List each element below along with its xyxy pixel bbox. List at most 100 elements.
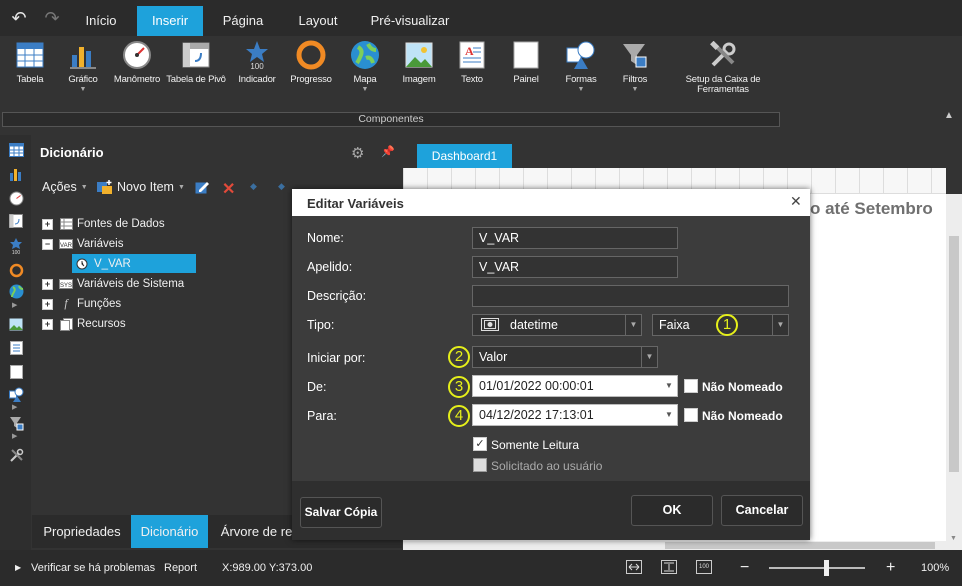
ribbon-progress-button[interactable]: Progresso [289, 40, 333, 85]
collapse-ribbon-icon[interactable]: ▲ [944, 110, 954, 121]
delete-icon[interactable]: ✕ [222, 179, 235, 199]
tree-item-variaveis[interactable]: − VAR Variáveis [42, 235, 123, 253]
apelido-label: Apelido: [307, 260, 353, 274]
scrollbar-thumb[interactable] [949, 236, 959, 472]
save-copy-button[interactable]: Salvar Cópia [300, 497, 382, 528]
indicator-icon[interactable]: 100 [8, 238, 24, 254]
de-date-input[interactable]: 01/01/2022 00:00:01 ▼ [472, 375, 678, 397]
chevron-down-icon[interactable]: ▼ [950, 535, 957, 542]
collapse-icon[interactable]: − [42, 238, 53, 250]
tab-arvore-de-relatorio[interactable]: Árvore de rel [214, 515, 302, 548]
actions-menu-button[interactable]: Ações ▼ [42, 180, 88, 194]
tab-dashboard1[interactable]: Dashboard1 [417, 144, 512, 168]
tree-item-fontes-de-dados[interactable]: + Fontes de Dados [42, 215, 165, 233]
ribbon-toolbox-setup-button[interactable]: Setup da Caixa de Ferramentas [685, 40, 761, 95]
nome-input[interactable]: V_VAR [472, 227, 678, 249]
tab-pre-visualizar[interactable]: Pré-visualizar [362, 6, 458, 36]
table-icon[interactable] [8, 142, 24, 158]
actual-size-icon[interactable]: 100 [696, 560, 712, 574]
shapes-icon[interactable] [8, 386, 24, 402]
para-date-input[interactable]: 04/12/2022 17:13:01 ▼ [472, 404, 678, 426]
de-nao-nomeado-checkbox[interactable] [684, 379, 698, 393]
ribbon-shapes-button[interactable]: Formas ▼ [561, 40, 601, 93]
zoom-slider-thumb[interactable] [824, 560, 830, 576]
zoom-in-icon[interactable]: + [886, 550, 895, 586]
play-icon[interactable]: ▶ [15, 550, 21, 586]
undo-icon[interactable]: ↶ [7, 6, 31, 30]
expand-icon[interactable]: + [42, 298, 53, 310]
tab-layout[interactable]: Layout [288, 6, 348, 36]
tree-item-funcoes[interactable]: + f Funções [42, 295, 121, 313]
progress-icon[interactable] [8, 262, 24, 278]
tab-inicio[interactable]: Início [76, 6, 126, 36]
ribbon-text-button[interactable]: A Texto [452, 40, 492, 85]
gear-icon[interactable]: ⚙ [351, 144, 364, 162]
tab-propriedades[interactable]: Propriedades [34, 515, 130, 548]
scrollbar-thumb[interactable] [665, 542, 935, 549]
svg-text:VAR: VAR [60, 243, 73, 249]
redo-icon[interactable]: ↷ [40, 6, 64, 30]
resources-icon [59, 317, 73, 331]
tipo-select[interactable]: datetime ▼ [472, 314, 642, 336]
tools-icon[interactable] [8, 447, 24, 463]
ribbon-image-button[interactable]: Imagem [399, 40, 439, 85]
ribbon-table-button[interactable]: Tabela [10, 40, 50, 85]
ribbon-panel-button[interactable]: Painel [506, 40, 546, 85]
text-icon: A [457, 40, 487, 70]
para-nao-nomeado-label: Não Nomeado [702, 409, 783, 423]
move-up-icon[interactable]: ◆ [250, 181, 257, 192]
report-button[interactable]: Report [164, 550, 197, 586]
tree-item-recursos[interactable]: + Recursos [42, 315, 126, 333]
chevron-down-icon: ▼ [361, 86, 369, 93]
image-icon[interactable] [8, 316, 24, 332]
chart-icon[interactable] [8, 166, 24, 182]
somente-leitura-checkbox[interactable]: ✓ [473, 437, 487, 451]
solicitado-ao-usuario-checkbox[interactable] [473, 458, 487, 472]
descricao-input[interactable] [472, 285, 789, 307]
expand-icon[interactable]: + [42, 278, 53, 290]
tab-pagina[interactable]: Página [213, 6, 273, 36]
svg-text:A: A [465, 44, 474, 58]
expand-icon[interactable]: + [42, 318, 53, 330]
ribbon-chart-button[interactable]: Gráfico ▼ [63, 40, 103, 93]
tab-inserir[interactable]: Inserir [137, 6, 203, 36]
globe-icon[interactable] [8, 283, 24, 299]
chevron-down-icon: ▼ [631, 86, 639, 93]
ribbon-gauge-button[interactable]: Manômetro [114, 40, 160, 85]
chevron-right-icon: ▶ [12, 433, 18, 440]
fit-width-icon[interactable] [626, 560, 642, 574]
cancel-button[interactable]: Cancelar [721, 495, 803, 526]
chart-icon [68, 40, 98, 70]
panel-icon[interactable] [8, 364, 24, 380]
text-icon[interactable] [8, 340, 24, 356]
ribbon-pivot-table-button[interactable]: Tabela de Pivô [166, 40, 226, 85]
expand-icon[interactable]: + [42, 218, 53, 230]
ribbon-filters-button[interactable]: Filtros ▼ [615, 40, 655, 93]
horizontal-scrollbar[interactable] [403, 541, 946, 550]
apelido-input[interactable]: V_VAR [472, 256, 678, 278]
ribbon-indicator-button[interactable]: 100 Indicador [237, 40, 277, 85]
para-nao-nomeado-checkbox[interactable] [684, 408, 698, 422]
solicitado-ao-usuario-label: Solicitado ao usuário [491, 459, 603, 473]
close-icon[interactable]: ✕ [790, 193, 802, 210]
filter-icon[interactable] [8, 415, 24, 431]
descricao-label: Descrição: [307, 289, 367, 303]
tab-dicionario[interactable]: Dicionário [131, 515, 208, 548]
move-down-icon[interactable]: ◆ [278, 181, 285, 192]
ribbon-map-button[interactable]: Mapa ▼ [345, 40, 385, 93]
edit-icon[interactable] [195, 180, 209, 194]
check-issues-button[interactable]: Verificar se há problemas [31, 550, 155, 586]
de-label: De: [307, 380, 327, 394]
ribbon-group-label: Componentes [2, 112, 780, 127]
iniciar-por-select[interactable]: Valor ▼ [472, 346, 658, 368]
ok-button[interactable]: OK [631, 495, 713, 526]
fit-height-icon[interactable] [661, 560, 677, 574]
new-item-menu-button[interactable]: Novo Item ▼ [97, 180, 185, 194]
gauge-icon[interactable] [8, 190, 24, 206]
pin-icon[interactable]: 📌 [381, 145, 395, 158]
tree-item-variaveis-de-sistema[interactable]: + SYS Variáveis de Sistema [42, 275, 184, 293]
zoom-slider[interactable] [769, 560, 865, 576]
pivot-table-icon[interactable] [8, 213, 24, 229]
zoom-out-icon[interactable]: − [740, 550, 749, 586]
vertical-scrollbar[interactable]: ▼ [946, 194, 962, 550]
